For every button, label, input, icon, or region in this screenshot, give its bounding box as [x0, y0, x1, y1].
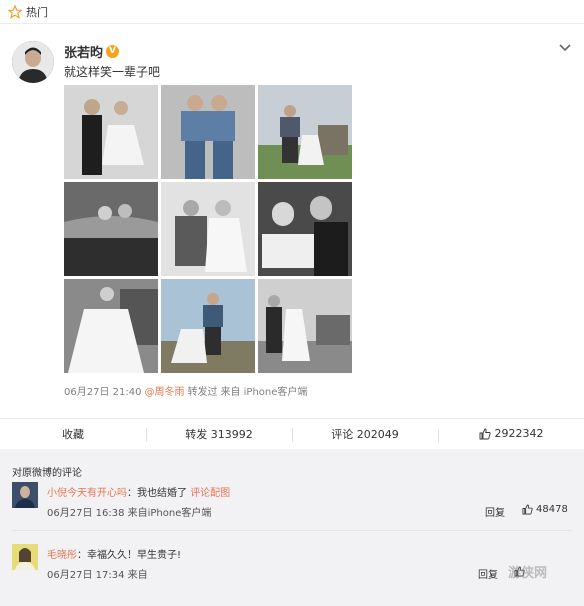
photo-9[interactable]: [258, 279, 352, 373]
photo-5[interactable]: [161, 182, 255, 276]
comment-avatar[interactable]: [12, 482, 38, 508]
reply-button[interactable]: 回复: [485, 504, 505, 519]
repost-via-user[interactable]: @周冬雨: [144, 383, 184, 398]
star-icon: [8, 4, 22, 19]
comment-meta: 06月27日 16:38 来自iPhone客户端: [47, 508, 212, 519]
photo-8[interactable]: [161, 279, 255, 373]
comment-label: 评论 202049: [331, 427, 399, 441]
post-time[interactable]: 06月27日 21:40: [64, 383, 141, 398]
comment-username[interactable]: 毛晓彤: [47, 550, 77, 561]
post-source: 来自 iPhone客户端: [220, 387, 308, 398]
like-button[interactable]: 2922342: [438, 427, 584, 443]
comment-image-link[interactable]: 评论配图: [190, 488, 230, 499]
thumbs-up-icon: [479, 428, 491, 439]
comments-header: 对原微博的评论: [12, 468, 82, 479]
comment-meta: 06月27日 17:34 来自: [47, 570, 148, 581]
hot-section-header: 热门: [0, 0, 584, 24]
post-meta: 06月27日 21:40 @周冬雨 转发过 来自 iPhone客户端: [64, 383, 307, 398]
comment-button[interactable]: 评论 202049: [292, 426, 438, 442]
post-text: 就这样笑一辈子吧: [64, 65, 161, 79]
photo-2[interactable]: [161, 85, 255, 179]
comment-text: 我也结婚了: [137, 488, 187, 499]
author-name[interactable]: 张若昀: [64, 42, 103, 61]
photo-grid: [64, 85, 353, 374]
comment-line: 小倪今天有开心吗：我也结婚了 评论配图: [47, 488, 231, 499]
favorite-button[interactable]: 收藏: [0, 426, 146, 442]
photo-6[interactable]: [258, 182, 352, 276]
comment-divider: [12, 530, 572, 531]
chevron-down-icon[interactable]: [558, 43, 572, 53]
hot-label: 热门: [26, 5, 48, 19]
verified-badge-icon: V: [106, 45, 120, 58]
repost-status: 转发过: [187, 387, 218, 398]
post-author[interactable]: 张若昀 V: [64, 42, 120, 61]
post-action-bar: 收藏 转发 313992 评论 202049 2922342: [0, 418, 584, 448]
comment-like-button[interactable]: 48478: [522, 504, 568, 515]
comment-avatar[interactable]: [12, 544, 38, 570]
photo-1[interactable]: [64, 85, 158, 179]
weibo-post-card: 张若昀 V 就这样笑一辈子吧 06月27日 21:40 @周冬雨 转发过 来自 …: [0, 25, 584, 418]
comment-text: 幸福久久！早生贵子!: [87, 550, 182, 561]
repost-label: 转发 313992: [185, 427, 253, 441]
comment-username[interactable]: 小倪今天有开心吗: [47, 488, 127, 499]
watermark: 游侠网: [508, 566, 548, 581]
favorite-label: 收藏: [62, 427, 84, 441]
comment-line: 毛晓彤：幸福久久！早生贵子!: [47, 550, 182, 561]
like-count: 2922342: [494, 427, 544, 440]
photo-4[interactable]: [64, 182, 158, 276]
photo-3[interactable]: [258, 85, 352, 179]
original-comments-section: 对原微博的评论 小倪今天有开心吗：我也结婚了 评论配图 06月27日 16:38…: [0, 449, 584, 606]
reply-button[interactable]: 回复: [478, 566, 498, 581]
avatar[interactable]: [12, 41, 54, 83]
thumbs-up-icon: [522, 504, 533, 515]
comment-like-count: 48478: [536, 504, 568, 515]
repost-button[interactable]: 转发 313992: [146, 426, 292, 442]
photo-7[interactable]: [64, 279, 158, 373]
